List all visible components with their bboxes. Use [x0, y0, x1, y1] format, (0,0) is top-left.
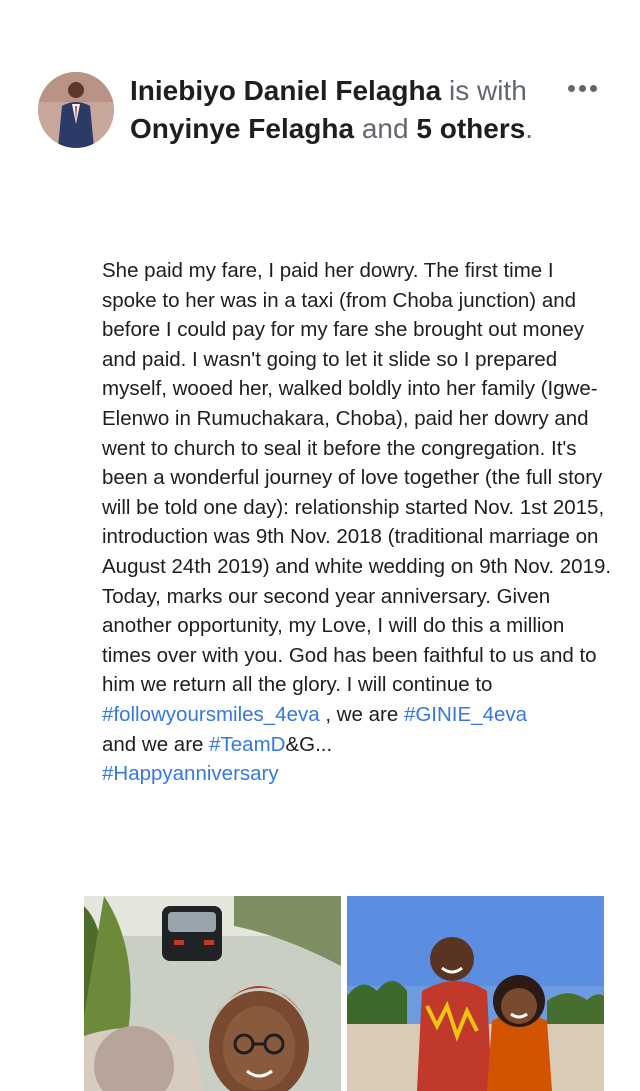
hashtag-link[interactable]: #GINIE_4eva [404, 703, 527, 726]
hashtag-link[interactable]: #TeamD [209, 733, 285, 756]
post-body: She paid my fare, I paid her dowry. The … [102, 256, 612, 789]
post-paragraph: She paid my fare, I paid her dowry. The … [102, 256, 612, 789]
post-text-fragment: &G... [285, 732, 333, 756]
post-text-fragment: , we are [319, 702, 404, 726]
others-word: others [439, 113, 526, 144]
photo-selfie-image [84, 896, 341, 1091]
photo-beach-image [347, 896, 604, 1091]
tagged-person[interactable]: Onyinye Felagha [130, 113, 354, 144]
more-horizontal-icon-dot [589, 84, 597, 92]
post-header: Iniebiyo Daniel Felagha is with Onyinye … [0, 0, 640, 200]
post-body-text: She paid my fare, I paid her dowry. The … [102, 259, 612, 697]
more-horizontal-icon-dot [578, 84, 586, 92]
author-name[interactable]: Iniebiyo Daniel Felagha [130, 75, 441, 106]
others-count: 5 [416, 113, 432, 144]
period: . [525, 113, 534, 144]
photo-beach[interactable] [347, 896, 604, 1091]
photo-selfie[interactable] [84, 896, 341, 1091]
hashtag-link[interactable]: #followyoursmiles_4eva [102, 703, 320, 726]
hashtag-link[interactable]: #Happyanniversary [102, 762, 279, 785]
others-link[interactable]: 5 others [416, 113, 525, 144]
avatar-image [38, 72, 114, 148]
is-with-text: is with [448, 75, 527, 106]
more-options-button[interactable] [560, 78, 604, 98]
post-author-line: Iniebiyo Daniel Felagha is with Onyinye … [130, 72, 550, 148]
photo-grid [84, 896, 604, 1091]
post-text-fragment: and we are [102, 732, 210, 756]
and-text: and [361, 113, 409, 144]
more-horizontal-icon [567, 84, 575, 92]
author-avatar[interactable] [38, 72, 114, 148]
